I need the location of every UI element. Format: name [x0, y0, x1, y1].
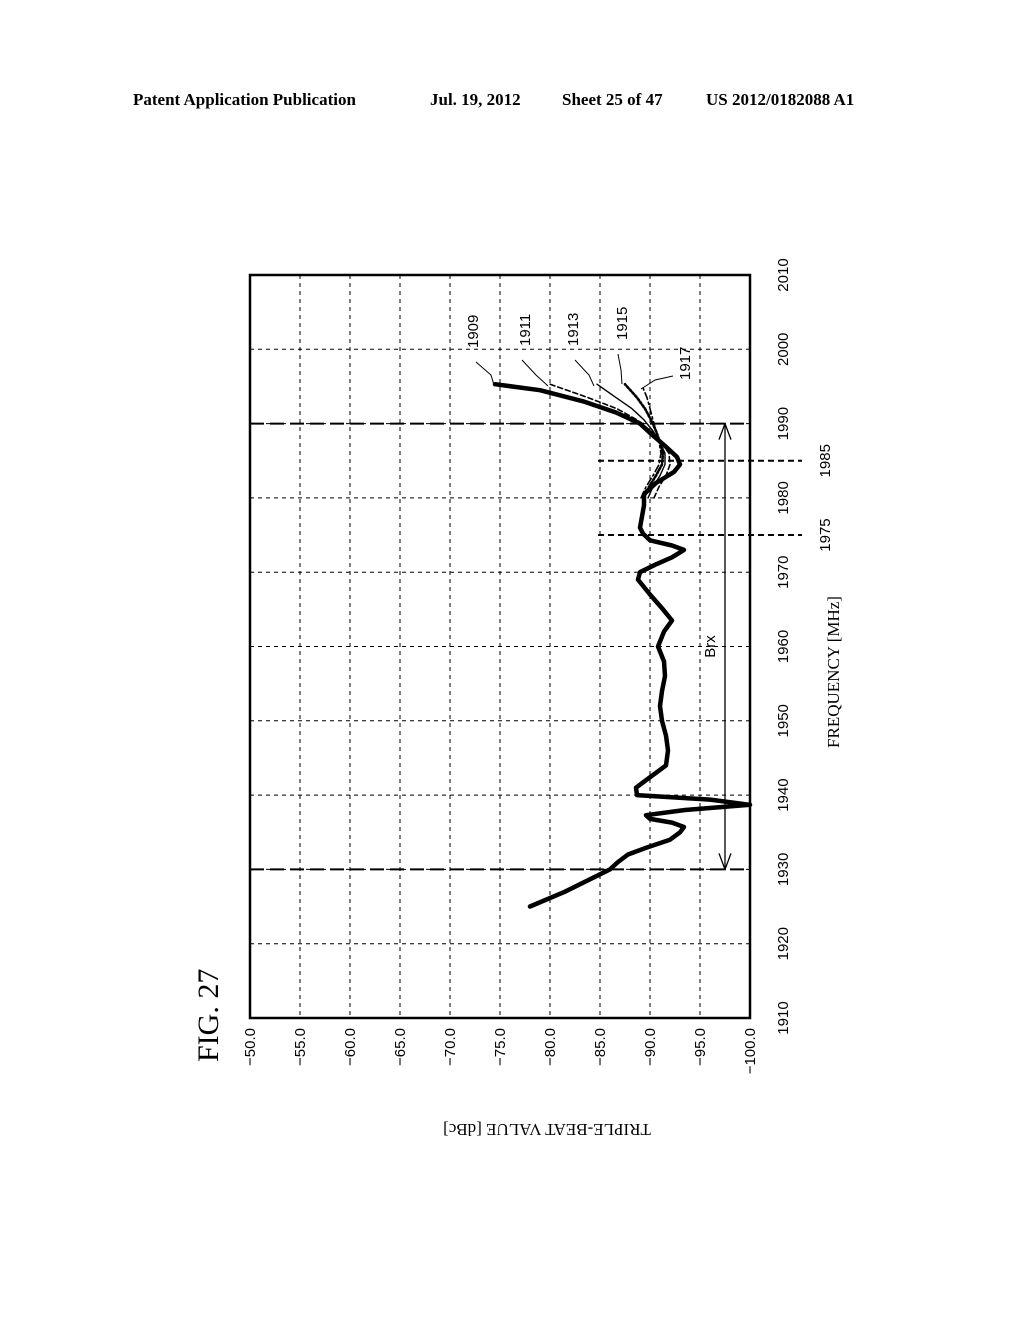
series-line-1913: [596, 383, 666, 499]
y-tick-label: −65.0: [392, 1028, 409, 1066]
y-tick-label: −95.0: [692, 1028, 709, 1066]
x-tick-label: 1940: [775, 778, 792, 811]
y-tick-label: −85.0: [592, 1028, 609, 1066]
band-marker-label-1985: 1985: [817, 444, 834, 477]
leader-line-1915: [617, 353, 623, 385]
y-axis-label: TRIPLE-BEAT VALUE [dBc]: [443, 1120, 651, 1139]
leader-line-1913: [574, 359, 595, 387]
y-tick-label: −75.0: [492, 1028, 509, 1066]
x-tick-label: 1910: [775, 1001, 792, 1034]
x-tick-label: 1920: [775, 927, 792, 960]
leader-line-1909: [475, 361, 495, 386]
y-tick-label: −80.0: [542, 1028, 559, 1066]
x-tick-label: 1930: [775, 853, 792, 886]
series-label-1911: 1911: [517, 314, 534, 346]
y-tick-label: −100.0: [742, 1028, 759, 1074]
y-tick-label: −70.0: [442, 1028, 459, 1066]
band-marker-label-1975: 1975: [817, 518, 834, 551]
band-marker-labels: 1975 1985: [817, 444, 834, 552]
x-tick-label: 1950: [775, 704, 792, 737]
x-tick-label: 2010: [775, 258, 792, 291]
series-label-1909: 1909: [465, 315, 482, 348]
leader-line-1911: [521, 359, 549, 387]
y-tick-label: −90.0: [642, 1028, 659, 1066]
series-label-1913: 1913: [565, 313, 582, 346]
x-tick-label: 1960: [775, 630, 792, 663]
y-tick-label: −60.0: [342, 1028, 359, 1066]
series-label-1915: 1915: [614, 307, 631, 340]
y-tick-label: −50.0: [242, 1028, 259, 1066]
figure-label: FIG. 27: [192, 969, 225, 1062]
series-label-1917: 1917: [677, 347, 694, 380]
y-tick-labels: −50.0 −55.0 −60.0 −65.0 −70.0 −75.0 −80.0 −85.0…: [242, 1028, 759, 1074]
x-tick-label: 1970: [775, 556, 792, 589]
y-tick-label: −55.0: [292, 1028, 309, 1066]
series-callouts: 1909 1911 1913 1915 1917: [465, 307, 694, 390]
x-tick-label: 2000: [775, 333, 792, 366]
x-tick-label: 1990: [775, 407, 792, 440]
x-tick-label: 1980: [775, 481, 792, 514]
leader-line-1917: [640, 375, 674, 390]
x-axis-label: FREQUENCY [MHz]: [824, 596, 843, 748]
triple-beat-chart: FIG. 27 1909 1911 1913 19151917 Brx −50.0 −5…: [192, 258, 843, 1139]
band-arrow-label: Brx: [702, 635, 719, 658]
x-tick-labels: 1910 1920 1930 1940 1950 1960 1970 1980 1990 2000…: [775, 258, 792, 1034]
